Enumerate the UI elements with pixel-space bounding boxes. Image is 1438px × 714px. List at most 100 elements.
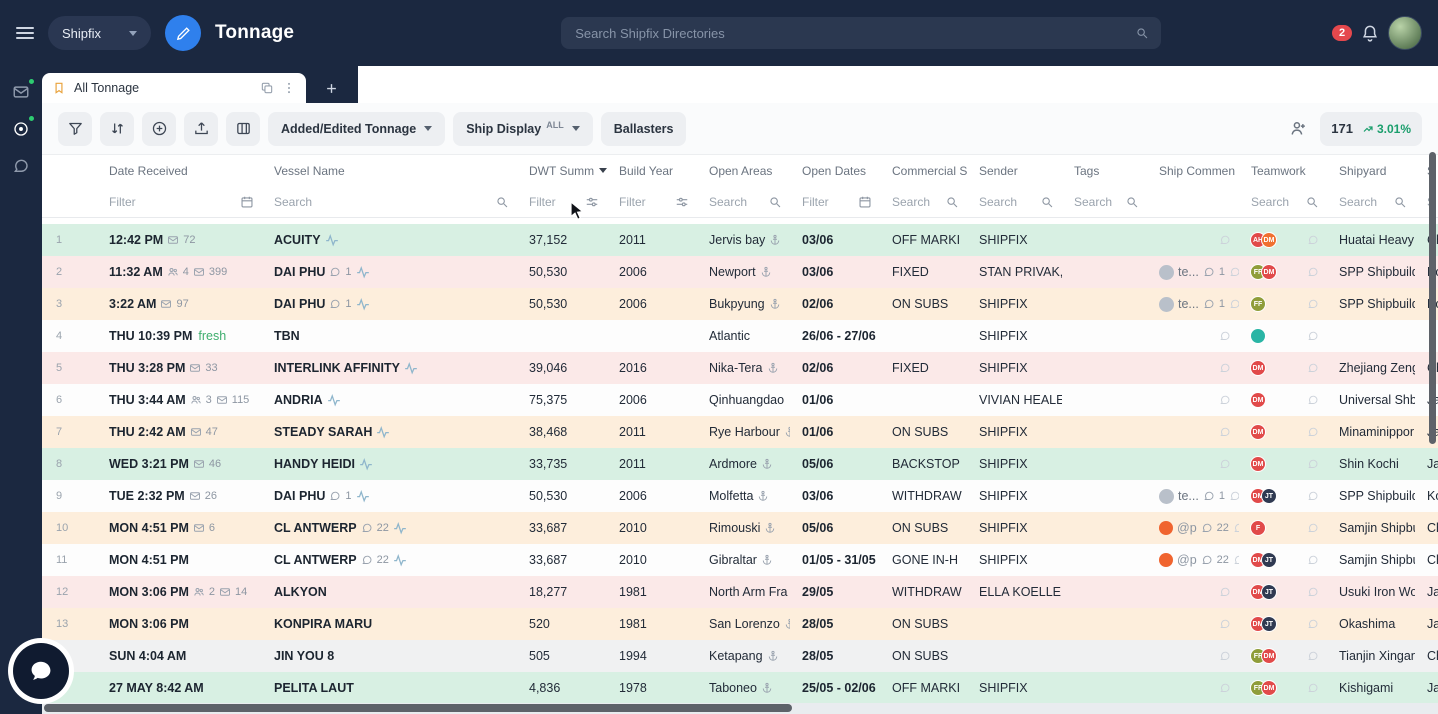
cell-ship-comments[interactable]: te...1 <box>1147 297 1239 312</box>
column-filter-input[interactable]: Search <box>880 195 967 209</box>
cell-teamwork[interactable]: FF <box>1239 296 1327 312</box>
column-header[interactable]: Commercial S <box>880 164 967 178</box>
horizontal-scrollbar[interactable] <box>42 703 1438 714</box>
column-header[interactable]: Sender <box>967 164 1062 178</box>
column-filter-input[interactable]: Search <box>1327 195 1415 209</box>
column-filter-input[interactable]: Search <box>1239 195 1327 209</box>
column-header[interactable]: Open Dates <box>790 164 880 178</box>
column-header[interactable]: Vessel Name <box>262 164 517 178</box>
tab-all-tonnage[interactable]: All Tonnage <box>42 73 306 103</box>
cell-ship-comments[interactable] <box>1147 586 1239 598</box>
column-filter-input[interactable]: Filter <box>607 195 697 209</box>
cell-ship-comments[interactable]: @p22 <box>1147 521 1239 535</box>
ballasters-button[interactable]: Ballasters <box>601 112 687 146</box>
cell-teamwork[interactable]: DMJT <box>1239 552 1327 568</box>
sidebar-item-chat[interactable] <box>9 154 33 178</box>
column-filter-input[interactable]: Search <box>262 195 517 209</box>
column-filter-input[interactable]: Search <box>967 195 1062 209</box>
cell-teamwork[interactable]: DMJT <box>1239 584 1327 600</box>
columns-button[interactable] <box>226 112 260 146</box>
cell-teamwork[interactable]: FFDM <box>1239 264 1327 280</box>
duplicate-tab-icon[interactable] <box>260 81 274 95</box>
cell-teamwork[interactable]: FFDM <box>1239 680 1327 696</box>
column-header[interactable]: Open Areas <box>697 164 790 178</box>
new-tab-button[interactable] <box>318 75 344 101</box>
global-search[interactable] <box>561 17 1161 49</box>
column-filter-input[interactable]: Filter <box>790 195 880 209</box>
table-row[interactable]: 11MON 4:51 PMCL ANTWERP2233,6872010Gibra… <box>42 544 1438 576</box>
column-filter-input[interactable]: Filter <box>517 195 607 209</box>
cell-teamwork[interactable] <box>1239 328 1327 344</box>
user-badge[interactable]: DM <box>1261 232 1277 248</box>
table-row[interactable]: 12MON 3:06 PM214ALKYON18,2771981North Ar… <box>42 576 1438 608</box>
cell-ship-comments[interactable] <box>1147 682 1239 694</box>
column-filter-input[interactable]: Search <box>697 195 790 209</box>
table-row[interactable]: 33:22 AM97DAI PHU150,5302006Bukpyung02/0… <box>42 288 1438 320</box>
user-badge[interactable]: DM <box>1250 392 1266 408</box>
column-header[interactable]: Tags <box>1062 164 1147 178</box>
cell-ship-comments[interactable] <box>1147 618 1239 630</box>
table-row[interactable]: 10MON 4:51 PM6CL ANTWERP2233,6872010Rimo… <box>42 512 1438 544</box>
workspace-selector[interactable]: Shipfix <box>48 16 151 50</box>
ship-display-dropdown[interactable]: Ship Display ALL <box>453 112 593 146</box>
table-row[interactable]: 8WED 3:21 PM46HANDY HEIDI33,7352011Ardmo… <box>42 448 1438 480</box>
cell-ship-comments[interactable]: @p22 <box>1147 553 1239 567</box>
cell-ship-comments[interactable]: te...1 <box>1147 489 1239 504</box>
chat-launcher[interactable] <box>8 638 74 704</box>
table-row[interactable]: 7THU 2:42 AM47STEADY SARAH38,4682011Rye … <box>42 416 1438 448</box>
sidebar-item-tonnage[interactable] <box>9 117 33 141</box>
cell-ship-comments[interactable] <box>1147 330 1239 342</box>
column-header[interactable]: Teamwork <box>1239 164 1327 178</box>
column-header[interactable]: DWT Summ <box>517 164 607 178</box>
export-button[interactable] <box>184 112 218 146</box>
cell-teamwork[interactable]: DM <box>1239 456 1327 472</box>
tab-options-icon[interactable] <box>282 81 296 95</box>
user-badge[interactable]: DM <box>1250 360 1266 376</box>
cell-teamwork[interactable]: F <box>1239 520 1327 536</box>
share-users-icon[interactable] <box>1289 119 1308 138</box>
table-row[interactable]: 211:32 AM4399DAI PHU150,5302006Newport03… <box>42 256 1438 288</box>
table-row[interactable]: 9TUE 2:32 PM26DAI PHU150,5302006Molfetta… <box>42 480 1438 512</box>
cell-ship-comments[interactable] <box>1147 394 1239 406</box>
cell-teamwork[interactable]: FFDM <box>1239 648 1327 664</box>
table-row[interactable]: 14SUN 4:04 AMJIN YOU 85051994Ketapang28/… <box>42 640 1438 672</box>
user-badge[interactable]: DM <box>1250 456 1266 472</box>
avatar[interactable] <box>1388 16 1422 50</box>
bell-icon[interactable] <box>1360 23 1380 43</box>
table-row[interactable]: 6THU 3:44 AM3115ANDRIA75,3752006Qinhuang… <box>42 384 1438 416</box>
sidebar-item-inbox[interactable] <box>9 80 33 104</box>
user-badge[interactable]: DM <box>1250 424 1266 440</box>
cell-teamwork[interactable]: DMJT <box>1239 488 1327 504</box>
cell-teamwork[interactable]: DM <box>1239 360 1327 376</box>
cell-ship-comments[interactable] <box>1147 458 1239 470</box>
table-row[interactable]: 1527 MAY 8:42 AMPELITA LAUT4,8361978Tabo… <box>42 672 1438 704</box>
cell-teamwork[interactable]: AHDM <box>1239 232 1327 248</box>
cell-ship-comments[interactable]: te...1 <box>1147 265 1239 280</box>
table-row[interactable]: 5THU 3:28 PM33INTERLINK AFFINITY39,04620… <box>42 352 1438 384</box>
user-badge[interactable]: DM <box>1261 648 1277 664</box>
user-badge[interactable]: FF <box>1250 296 1266 312</box>
cell-teamwork[interactable]: DM <box>1239 424 1327 440</box>
cell-ship-comments[interactable] <box>1147 426 1239 438</box>
column-header[interactable]: Ship Commen <box>1147 164 1239 178</box>
user-badge[interactable]: JT <box>1261 488 1277 504</box>
hamburger-menu-icon[interactable] <box>16 27 34 39</box>
compose-button[interactable] <box>165 15 201 51</box>
search-input[interactable] <box>561 17 1161 49</box>
user-badge[interactable]: JT <box>1261 584 1277 600</box>
add-tonnage-button[interactable] <box>142 112 176 146</box>
user-badge[interactable]: DM <box>1261 264 1277 280</box>
cell-ship-comments[interactable] <box>1147 362 1239 374</box>
user-badge[interactable] <box>1250 328 1266 344</box>
user-badge[interactable]: F <box>1250 520 1266 536</box>
column-filter-input[interactable]: Search <box>1062 195 1147 209</box>
cell-ship-comments[interactable] <box>1147 650 1239 662</box>
column-header[interactable]: Build Year <box>607 164 697 178</box>
column-header[interactable]: Shipyard <box>1327 164 1415 178</box>
cell-teamwork[interactable]: DM <box>1239 392 1327 408</box>
table-row[interactable]: 13MON 3:06 PMKONPIRA MARU5201981San Lore… <box>42 608 1438 640</box>
table-row[interactable]: 112:42 PM72ACUITY37,1522011Jervis bay03/… <box>42 224 1438 256</box>
table-row[interactable]: 4THU 10:39 PMfreshTBNAtlantic26/06 - 27/… <box>42 320 1438 352</box>
filter-button[interactable] <box>58 112 92 146</box>
column-filter-input[interactable]: Filter <box>97 195 262 209</box>
